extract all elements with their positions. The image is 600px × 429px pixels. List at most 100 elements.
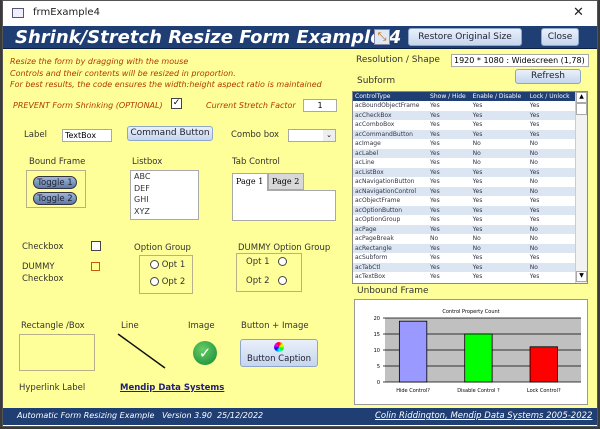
table-row[interactable]: acLabel Yes No No [353,148,575,158]
radio-icon[interactable] [277,257,287,266]
radio-icon[interactable] [150,260,159,269]
scroll-down-icon[interactable]: ▼ [576,271,587,282]
table-row[interactable]: acOptionButton Yes Yes Yes [353,205,575,215]
table-row[interactable]: acCheckBox Yes Yes Yes [353,110,575,120]
table-cell[interactable]: acTabCtl [353,262,429,272]
table-cell[interactable]: Yes [428,253,471,263]
table-cell[interactable]: Yes [428,110,471,120]
table-row[interactable]: acPage Yes Yes No [353,224,575,234]
scrollbar[interactable]: ▲ ▼ [575,92,587,283]
table-cell[interactable]: Yes [470,129,528,139]
radio-icon[interactable] [277,276,287,285]
table-cell[interactable]: acComboBox [353,120,428,130]
table-cell[interactable]: acLabel [353,148,429,158]
table-cell[interactable]: Yes [528,253,575,263]
table-cell[interactable]: Yes [527,205,575,215]
table-cell[interactable]: acNavigationControl [353,186,429,196]
table-cell[interactable]: Yes [428,167,471,177]
table-cell[interactable]: No [528,234,575,244]
table-cell[interactable]: No [528,139,575,149]
table-cell[interactable]: Yes [428,272,471,282]
table-cell[interactable]: Yes [428,243,471,253]
table-cell[interactable]: Yes [527,110,575,120]
table-row[interactable]: acTextBox Yes Yes Yes [353,272,575,282]
table-row[interactable]: acImage Yes No No [353,139,575,149]
table-cell[interactable]: Yes [528,272,575,282]
table-row[interactable]: acSubform Yes Yes Yes [353,253,575,263]
table-cell[interactable]: Yes [527,129,575,139]
chevron-down-icon[interactable]: ⌄ [323,130,335,141]
close-icon[interactable]: ✕ [573,5,584,20]
table-cell[interactable]: acListBox [353,167,429,177]
table-cell[interactable]: Yes [471,215,528,225]
table-row[interactable]: acOptionGroup Yes Yes Yes [353,215,575,225]
dummy-option-1[interactable]: Opt 1 [246,257,287,267]
table-row[interactable]: acCommandButton Yes Yes Yes [353,129,575,139]
table-cell[interactable]: Yes [471,253,528,263]
table-cell[interactable]: No [471,139,528,149]
table-row[interactable]: acComboBox Yes Yes Yes [353,120,575,130]
table-cell[interactable]: No [428,234,471,244]
resolution-field[interactable]: 1920 * 1080 : Widescreen (1,78) [451,54,589,67]
table-cell[interactable]: acCommandButton [353,129,429,139]
option-1[interactable]: Opt 1 [150,260,185,270]
table-cell[interactable]: Yes [470,186,528,196]
table-row[interactable]: acPageBreak No No No [353,234,575,244]
prevent-shrink-checkbox[interactable]: ✓ [171,98,182,109]
table-cell[interactable]: Yes [428,215,471,225]
table-cell[interactable]: Yes [528,196,575,206]
table-cell[interactable]: Yes [428,129,471,139]
table-cell[interactable]: Yes [428,205,471,215]
table-cell[interactable]: Yes [471,120,528,130]
checkbox[interactable] [91,241,101,251]
table-cell[interactable]: No [470,243,528,253]
close-button[interactable]: Close [541,28,579,46]
table-cell[interactable]: No [471,158,528,168]
column-header[interactable]: Lock / Unlock [527,92,575,101]
table-cell[interactable]: Yes [428,177,471,187]
table-cell[interactable]: Yes [527,167,575,177]
table-cell[interactable]: acRectangle [353,243,429,253]
tab-page-1[interactable]: Page 1 [232,173,268,191]
table-row[interactable]: acRectangle Yes No No [353,243,575,253]
table-cell[interactable]: Yes [471,196,528,206]
table-cell[interactable]: acSubform [353,253,428,263]
scroll-thumb[interactable] [576,103,587,115]
table-cell[interactable]: Yes [428,120,471,130]
table-row[interactable]: acLine Yes No No [353,158,575,168]
table-cell[interactable]: No [527,224,575,234]
table-cell[interactable]: No [527,186,575,196]
textbox[interactable]: TextBox [62,129,112,142]
table-row[interactable]: acNavigationButton Yes Yes No [353,177,575,187]
listbox-item[interactable]: DEF [134,183,198,195]
table-row[interactable]: acNavigationControl Yes Yes No [353,186,575,196]
radio-icon[interactable] [150,277,159,286]
table-cell[interactable]: No [528,177,575,187]
listbox-item[interactable]: GHI [134,194,198,206]
table-cell[interactable]: Yes [428,101,471,111]
table-cell[interactable]: Yes [428,224,471,234]
table-cell[interactable]: No [471,234,528,244]
table-cell[interactable]: acLine [353,158,428,168]
dummy-option-2[interactable]: Opt 2 [246,276,287,286]
listbox-item[interactable]: XYZ [134,206,198,218]
table-cell[interactable]: Yes [470,262,528,272]
table-cell[interactable]: No [527,262,575,272]
table-cell[interactable]: Yes [470,110,528,120]
stretch-factor-field[interactable]: 1 [303,99,337,112]
table-row[interactable]: acObjectFrame Yes Yes Yes [353,196,575,206]
table-cell[interactable]: Yes [428,196,471,206]
table-cell[interactable]: Yes [470,167,528,177]
table-row[interactable]: acTabCtl Yes Yes No [353,262,575,272]
column-header[interactable]: Show / Hide [428,92,471,101]
table-cell[interactable]: Yes [428,186,471,196]
listbox[interactable]: ABC DEF GHI XYZ [130,170,199,220]
column-header[interactable]: Enable / Disable [470,92,528,101]
command-button[interactable]: Command Button [127,126,213,141]
dummy-checkbox[interactable] [91,262,100,271]
table-cell[interactable]: acImage [353,139,428,149]
listbox-item[interactable]: ABC [134,171,198,183]
table-row[interactable]: acBoundObjectFrame Yes Yes Yes [353,101,575,111]
table-cell[interactable]: acBoundObjectFrame [353,101,428,111]
table-cell[interactable]: Yes [528,101,575,111]
